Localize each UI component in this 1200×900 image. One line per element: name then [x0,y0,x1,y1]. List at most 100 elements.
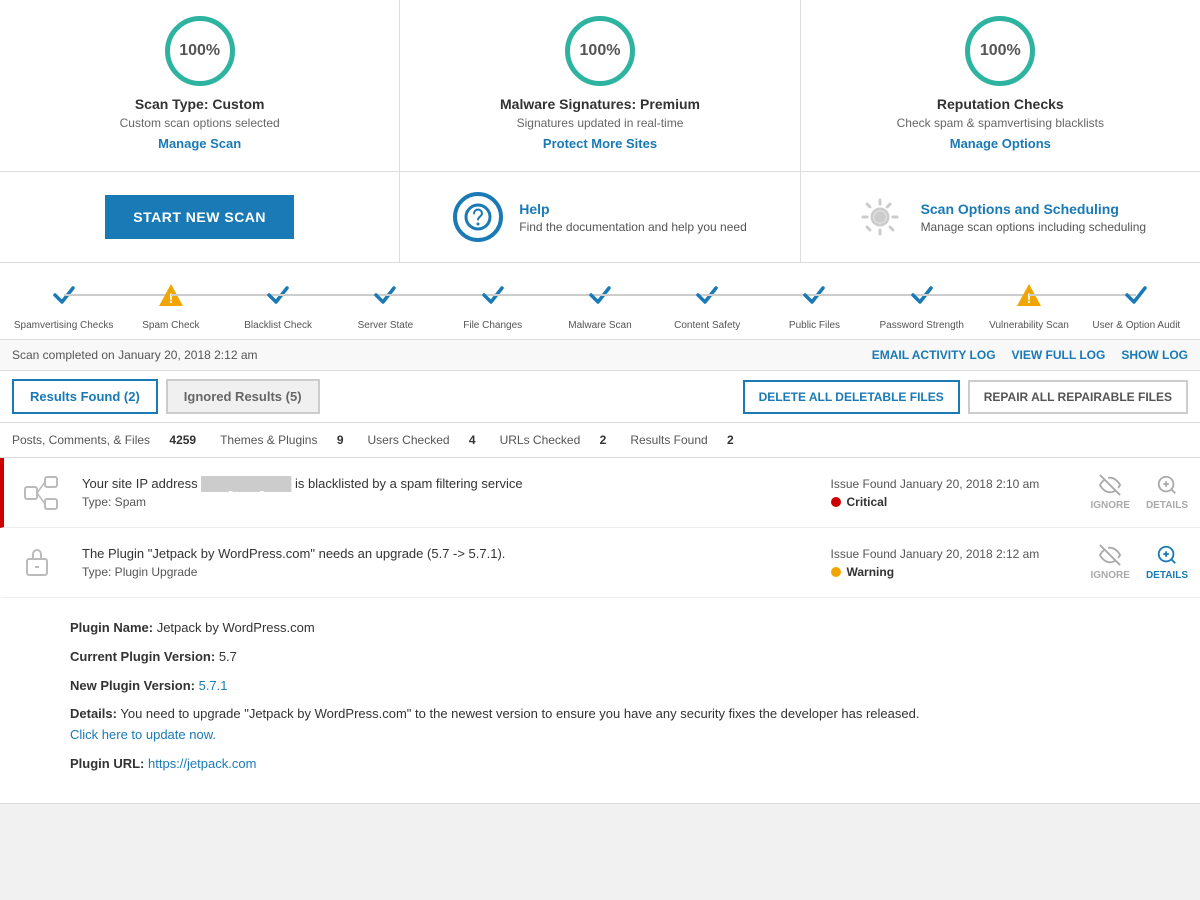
help-icon [453,192,503,242]
result-1-severity-label: Warning [847,565,895,579]
tab-ignored-results[interactable]: Ignored Results (5) [166,379,320,414]
plugin-url-link[interactable]: https://jetpack.com [148,756,256,771]
gear-icon [855,192,905,242]
scan-card-2-link[interactable]: Manage Options [950,136,1051,151]
details-label: Details: [70,706,117,721]
step-label-5: Malware Scan [568,320,631,331]
plugin-url-label: Plugin URL: [70,756,144,771]
circle-0: 100% [20,16,379,86]
plugin-icon [16,545,66,581]
step-label-9: Vulnerability Scan [989,320,1069,331]
scan-card-2-title: Reputation Checks [821,96,1180,112]
scan-card-0-link[interactable]: Manage Scan [158,136,241,151]
result-1-date: Issue Found January 20, 2018 2:12 am [831,547,1091,561]
result-1-details-button[interactable]: DETAILS [1146,544,1188,581]
step-label-6: Content Safety [674,320,740,331]
scan-log-actions: EMAIL ACTIVITY LOG VIEW FULL LOG SHOW LO… [872,348,1188,362]
percent-2: 100% [965,16,1035,86]
step-label-1: Spam Check [142,320,199,331]
scan-status-bar: Scan completed on January 20, 2018 2:12 … [0,340,1200,371]
result-1-type: Type: Plugin Upgrade [82,565,815,579]
step-icon-9: ! [1015,281,1043,316]
new-version-label: New Plugin Version: [70,678,195,693]
scan-card-2-desc: Check spam & spamvertising blacklists [821,116,1180,130]
current-version-value: 5.7 [219,649,237,664]
details-text: You need to upgrade "Jetpack by WordPres… [120,706,919,721]
scan-step-10: User & Option Audit [1083,281,1190,331]
svg-text:!: ! [169,290,174,306]
result-0-info: Your site IP address ███ ███ ███ is blac… [66,476,831,509]
stat-label-0: Posts, Comments, & Files [12,433,150,447]
view-full-log-link[interactable]: VIEW FULL LOG [1012,348,1106,362]
result-0-actions: IGNORE DETAILS [1091,474,1189,511]
help-item: Help Find the documentation and help you… [400,172,800,262]
scan-step-6: Content Safety [654,281,761,331]
step-label-7: Public Files [789,320,840,331]
scan-steps: Spamvertising Checks! Spam Check Blacklist… [0,263,1200,340]
step-label-0: Spamvertising Checks [14,320,113,331]
step-label-3: Server State [358,320,414,331]
stat-item-4: Results Found 2 [630,433,733,447]
severity-dot-critical [831,497,841,507]
email-log-link[interactable]: EMAIL ACTIVITY LOG [872,348,996,362]
options-item: Scan Options and Scheduling Manage scan … [801,172,1200,262]
scan-card-0-desc: Custom scan options selected [20,116,379,130]
result-1-actions: IGNORE DETAILS [1091,544,1189,581]
action-buttons: DELETE ALL DELETABLE FILES REPAIR ALL RE… [743,380,1188,414]
step-icon-0 [50,281,78,316]
repair-all-button[interactable]: REPAIR ALL REPAIRABLE FILES [968,380,1188,414]
spam-network-icon [16,475,66,511]
stat-item-1: Themes & Plugins 9 [220,433,343,447]
plugin-name-line: Plugin Name: Jetpack by WordPress.com [70,618,1180,639]
details-line: Details: You need to upgrade "Jetpack by… [70,704,1180,746]
step-label-4: File Changes [463,320,522,331]
help-text: Help Find the documentation and help you… [519,201,747,234]
scan-card-1-link[interactable]: Protect More Sites [543,136,657,151]
scan-card-1-desc: Signatures updated in real-time [420,116,779,130]
step-label-10: User & Option Audit [1092,320,1180,331]
scan-card-2: 100% Reputation Checks Check spam & spam… [801,0,1200,171]
circle-1: 100% [420,16,779,86]
show-log-link[interactable]: SHOW LOG [1121,348,1188,362]
result-0-ignore-button[interactable]: IGNORE [1091,474,1130,511]
stat-label-2: Users Checked [368,433,450,447]
scan-date: Scan completed on January 20, 2018 2:12 … [12,348,258,362]
scan-card-1-title: Malware Signatures: Premium [420,96,779,112]
percent-1: 100% [565,16,635,86]
severity-dot-warning [831,567,841,577]
result-0-date: Issue Found January 20, 2018 2:10 am [831,477,1091,491]
result-row-1: The Plugin "Jetpack by WordPress.com" ne… [0,528,1200,598]
tab-results-found[interactable]: Results Found (2) [12,379,158,414]
scan-card-1: 100% Malware Signatures: Premium Signatu… [400,0,800,171]
stat-item-3: URLs Checked 2 [500,433,607,447]
step-icon-1: ! [157,281,185,316]
scan-step-2: Blacklist Check [225,281,332,331]
scan-step-0: Spamvertising Checks [10,281,117,331]
plugin-name-label: Plugin Name: [70,620,153,635]
start-scan-button[interactable]: START NEW SCAN [105,195,294,239]
step-icon-2 [264,281,292,316]
delete-all-button[interactable]: DELETE ALL DELETABLE FILES [743,380,960,414]
result-1-ignore-button[interactable]: IGNORE [1091,544,1130,581]
step-icon-10 [1122,281,1150,316]
stat-item-2: Users Checked 4 [368,433,476,447]
scan-step-8: Password Strength [868,281,975,331]
result-0-details-button[interactable]: DETAILS [1146,474,1188,511]
help-link[interactable]: Help [519,201,747,217]
step-label-2: Blacklist Check [244,320,312,331]
update-link[interactable]: Click here to update now. [70,727,216,742]
options-link[interactable]: Scan Options and Scheduling [921,201,1147,217]
step-icon-3 [371,281,399,316]
scan-step-1: ! Spam Check [117,281,224,331]
step-icon-7 [800,281,828,316]
scan-step-9: ! Vulnerability Scan [975,281,1082,331]
result-1-meta: Issue Found January 20, 2018 2:12 am War… [831,547,1091,579]
stat-label-3: URLs Checked [500,433,581,447]
result-1-title: The Plugin "Jetpack by WordPress.com" ne… [82,546,815,561]
scan-cards-section: 100% Scan Type: Custom Custom scan optio… [0,0,1200,172]
new-version-line: New Plugin Version: 5.7.1 [70,676,1180,697]
scan-step-4: File Changes [439,281,546,331]
circle-2: 100% [821,16,1180,86]
result-row-0: Your site IP address ███ ███ ███ is blac… [0,458,1200,528]
new-version-link[interactable]: 5.7.1 [199,678,228,693]
